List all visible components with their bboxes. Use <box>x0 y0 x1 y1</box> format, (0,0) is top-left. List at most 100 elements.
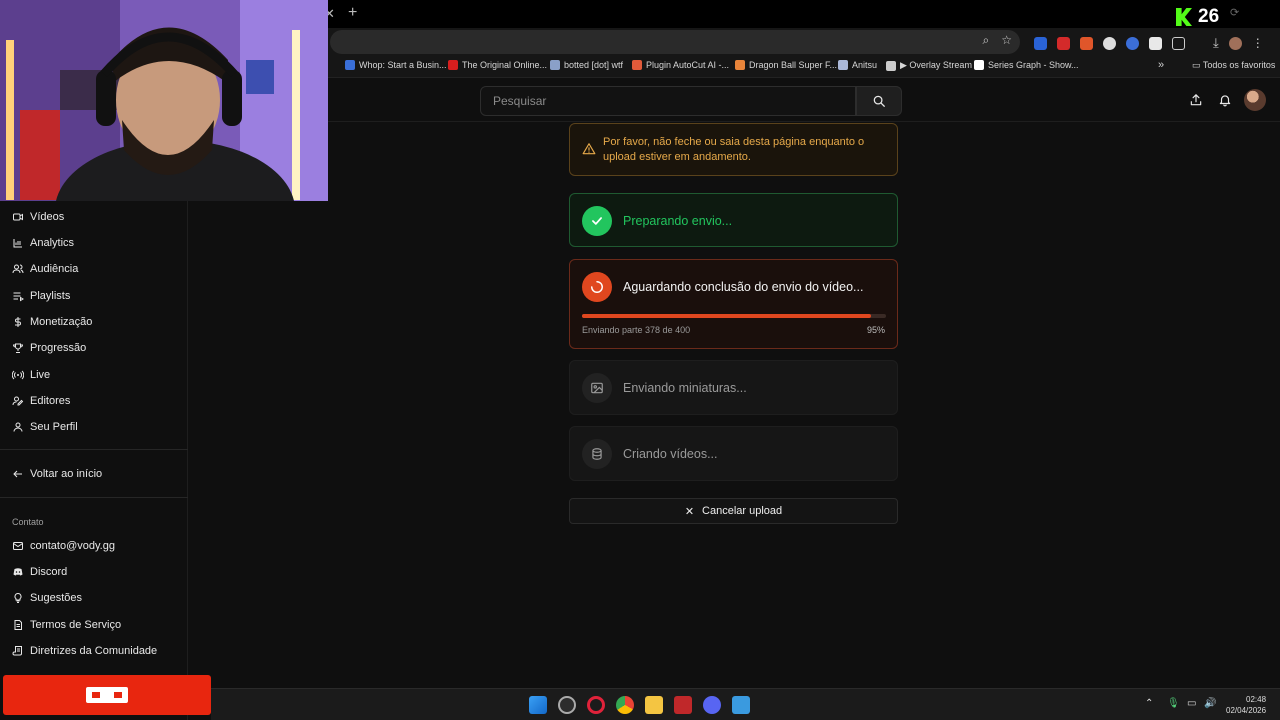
user-avatar[interactable] <box>1244 89 1266 111</box>
contact-label: Termos de Serviço <box>30 619 122 631</box>
lightbulb-icon <box>14 592 22 603</box>
extension-icon[interactable] <box>1057 36 1070 50</box>
sidebar-item-analytics[interactable]: Analytics <box>12 235 74 251</box>
upload-warning-banner: Por favor, não feche ou saia desta págin… <box>569 123 898 176</box>
step-thumbnails-card: Enviando miniaturas... <box>569 360 898 415</box>
new-tab-button[interactable]: + <box>348 4 357 22</box>
back-label: Voltar ao início <box>30 468 103 480</box>
chrome-icon[interactable] <box>616 696 634 714</box>
sidebar-divider <box>0 497 188 498</box>
window-control-icon[interactable]: ⟳ <box>1230 6 1239 19</box>
sidebar-item-label: Vídeos <box>30 211 65 223</box>
check-icon <box>592 217 602 225</box>
app-taskbar-icon[interactable] <box>674 696 692 714</box>
back-to-home-link[interactable]: Voltar ao início <box>12 466 102 482</box>
sidebar-item-editores[interactable]: Editores <box>12 393 70 409</box>
download-icon[interactable]: ⤓ <box>1213 35 1219 51</box>
community-guidelines-link[interactable]: Diretrizes da Comunidade <box>12 643 157 659</box>
extension-icon[interactable] <box>1080 36 1093 50</box>
tray-chevron-icon[interactable]: ⌃ <box>1145 698 1153 709</box>
sidebar-item-label: Analytics <box>30 237 75 249</box>
webcam-overlay <box>0 0 328 201</box>
windows-taskbar: ⌃ 🎙 ▭ 🔊 02:48 02/04/2026 <box>211 688 1280 720</box>
notepad-icon[interactable] <box>732 696 750 714</box>
sidebar-item-audiencia[interactable]: Audiência <box>12 261 78 277</box>
extension-icon[interactable] <box>1149 36 1162 50</box>
search-button[interactable] <box>856 86 902 116</box>
bookmark-item[interactable]: botted [dot] wtf <box>550 60 623 70</box>
bookmark-item[interactable]: Whop: Start a Busin... <box>345 60 447 70</box>
bell-icon[interactable] <box>1218 93 1232 107</box>
contact-email-link[interactable]: contato@vody.gg <box>12 538 115 554</box>
extension-icon[interactable] <box>1103 36 1116 50</box>
video-icon <box>13 213 23 221</box>
step-prepare-title: Preparando envio... <box>623 214 733 228</box>
discord-link[interactable]: Discord <box>12 564 67 580</box>
extension-icon[interactable] <box>1126 36 1139 50</box>
system-clock[interactable]: 02:48 02/04/2026 <box>1226 694 1266 716</box>
sidebar-item-progressao[interactable]: Progressão <box>12 340 86 356</box>
terms-link[interactable]: Termos de Serviço <box>12 617 121 633</box>
streamer-webcam-image <box>0 0 328 201</box>
extension-icon[interactable] <box>1034 36 1047 50</box>
bookmark-favicon-icon <box>735 60 745 70</box>
bookmark-item[interactable]: Series Graph - Show... <box>974 60 1079 70</box>
cancel-upload-button[interactable]: ✕ Cancelar upload <box>569 498 898 524</box>
windows-start-icon[interactable] <box>529 696 547 714</box>
sidebar-item-label: Live <box>30 369 51 381</box>
sidebar-item-seu-perfil[interactable]: Seu Perfil <box>12 419 78 435</box>
contact-section-title: Contato <box>12 517 44 527</box>
profile-avatar-icon[interactable] <box>1228 36 1242 50</box>
document-icon <box>14 620 22 630</box>
kick-viewer-badge[interactable]: 26 <box>1176 6 1219 28</box>
user-icon <box>13 422 23 432</box>
puzzle-icon[interactable] <box>1172 36 1185 50</box>
sidebar-item-videos[interactable]: Vídeos <box>12 209 64 225</box>
bookmark-item[interactable]: ▶ Overlay Stream <box>886 60 972 71</box>
extensions-area: ⤓ ⋮ <box>1034 35 1264 51</box>
sidebar-item-monetizacao[interactable]: Monetização <box>12 314 92 330</box>
search-icon <box>873 95 885 107</box>
sidebar-item-playlists[interactable]: Playlists <box>12 288 70 304</box>
contact-label: Sugestões <box>30 592 82 604</box>
opera-icon[interactable] <box>587 696 605 714</box>
upload-percent: 95% <box>866 325 885 335</box>
suggestions-link[interactable]: Sugestões <box>12 590 82 606</box>
microphone-icon[interactable]: 🎙 <box>1167 698 1180 709</box>
image-icon <box>591 382 603 394</box>
clock-time: 02:48 <box>1246 695 1267 704</box>
users-icon <box>12 264 24 274</box>
bookmark-item[interactable]: The Original Online... <box>448 60 547 70</box>
volume-icon[interactable]: 🔊 <box>1204 698 1216 709</box>
user-pen-icon <box>12 396 24 406</box>
menu-kebab-icon[interactable]: ⋮ <box>1252 36 1264 50</box>
bookmark-favicon-icon <box>550 60 560 70</box>
bookmark-item[interactable]: Anitsu <box>838 60 877 70</box>
mail-icon <box>13 542 23 550</box>
step-upload-title: Aguardando conclusão do envio do vídeo..… <box>623 280 864 294</box>
screen: ✕ + 26 ⟳ ⌕ ☆ ⤓ ⋮ Whop: Start a Busin... … <box>0 0 1280 720</box>
warning-triangle-icon <box>582 143 596 155</box>
step-creating-title: Criando vídeos... <box>623 447 718 461</box>
file-explorer-icon[interactable] <box>645 696 663 714</box>
sidebar-item-live[interactable]: Live <box>12 367 50 383</box>
bookmark-star-icon[interactable]: ☆ <box>1001 33 1012 48</box>
sidebar-item-label: Playlists <box>30 290 71 302</box>
all-bookmarks-folder[interactable]: ▭ Todos os favoritos <box>1192 60 1275 71</box>
app-taskbar-icon[interactable] <box>558 696 576 714</box>
broadcast-icon <box>12 370 24 380</box>
upload-icon[interactable] <box>1189 93 1203 107</box>
clock-date: 02/04/2026 <box>1226 706 1267 715</box>
address-bar[interactable]: ⌕ ☆ <box>330 30 1020 54</box>
step-upload-card: Aguardando conclusão do envio do vídeo..… <box>569 259 898 349</box>
bookmark-item[interactable]: Dragon Ball Super F... <box>735 60 837 70</box>
search-input[interactable] <box>480 86 856 116</box>
more-bookmarks-icon[interactable]: » <box>1158 59 1164 71</box>
warning-text: Por favor, não feche ou saia desta págin… <box>603 136 865 163</box>
bookmark-item[interactable]: Plugin AutoCut AI -... <box>632 60 729 70</box>
discord-taskbar-icon[interactable] <box>703 696 721 714</box>
bookmark-favicon-icon <box>345 60 355 70</box>
sidebar-divider <box>0 449 188 450</box>
display-icon[interactable]: ▭ <box>1187 698 1196 709</box>
zoom-icon[interactable]: ⌕ <box>983 33 990 48</box>
